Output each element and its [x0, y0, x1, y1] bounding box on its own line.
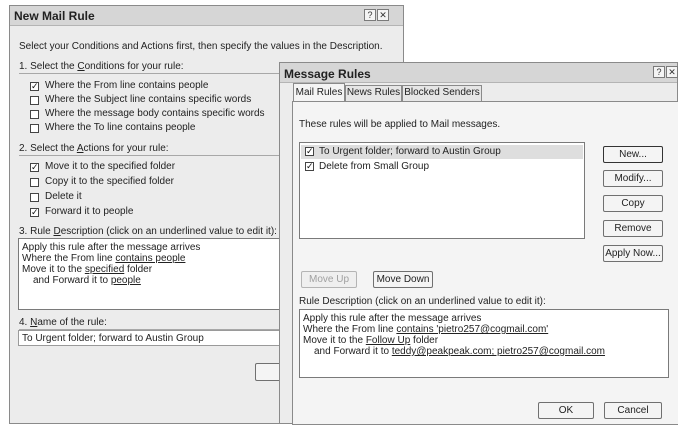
help-icon[interactable]: ?: [364, 9, 376, 21]
tab-mail-rules[interactable]: Mail Rules: [293, 83, 345, 102]
tab-blocked-senders[interactable]: Blocked Senders: [402, 85, 482, 101]
move-down-button[interactable]: Move Down: [373, 271, 433, 288]
action-label: Copy it to the specified folder: [45, 176, 174, 187]
action-label: Delete it: [45, 191, 82, 202]
rules-description-box: Apply this rule after the message arrive…: [299, 309, 669, 378]
desc-line: Where the From line contains people: [22, 253, 186, 264]
rule-label: To Urgent folder; forward to Austin Grou…: [319, 146, 501, 157]
message-rules-dialog: Message Rules ? ✕ Mail Rules News Rules …: [279, 62, 678, 425]
action-checkbox-delete[interactable]: [30, 193, 39, 202]
desc-line: Move it to the Follow Up folder: [303, 335, 439, 346]
contains-address-link[interactable]: contains 'pietro257@cogmail.com': [396, 324, 548, 335]
message-rules-titlebar: Message Rules ? ✕: [280, 63, 678, 83]
desc-line: Apply this rule after the message arrive…: [303, 313, 482, 324]
condition-checkbox-body[interactable]: [30, 110, 39, 119]
rule-label: Delete from Small Group: [319, 161, 430, 172]
condition-label: Where the message body contains specific…: [45, 108, 265, 119]
ok-button[interactable]: OK: [538, 402, 594, 419]
desc-line: and Forward it to teddy@peakpeak.com; pi…: [314, 346, 606, 357]
actions-heading: 2. Select the Actions for your rule:: [19, 143, 169, 154]
modify-rule-button[interactable]: Modify...: [603, 170, 663, 187]
people-link[interactable]: people: [111, 275, 141, 286]
rule-name-value: To Urgent folder; forward to Austin Grou…: [22, 333, 204, 344]
condition-checkbox-to[interactable]: [30, 124, 39, 133]
conditions-heading: 1. Select the Conditions for your rule:: [19, 61, 184, 72]
move-up-button[interactable]: Move Up: [301, 271, 357, 288]
help-icon[interactable]: ?: [653, 66, 665, 78]
action-checkbox-forward[interactable]: ✓: [30, 208, 39, 217]
action-checkbox-copy[interactable]: [30, 178, 39, 187]
rule-row-selected[interactable]: ✓ To Urgent folder; forward to Austin Gr…: [301, 145, 583, 159]
rule-checkbox[interactable]: ✓: [305, 162, 314, 171]
condition-label: Where the Subject line contains specific…: [45, 94, 252, 105]
desc-line: and Forward it to people: [33, 275, 141, 286]
condition-checkbox-from[interactable]: ✓: [30, 82, 39, 91]
follow-up-folder-link[interactable]: Follow Up: [366, 335, 410, 346]
mail-rules-panel: These rules will be applied to Mail mess…: [292, 101, 678, 425]
cancel-button[interactable]: Cancel: [604, 402, 662, 419]
forward-recipients-link[interactable]: teddy@peakpeak.com; pietro257@cogmail.co…: [392, 346, 605, 357]
action-label: Move it to the specified folder: [45, 161, 176, 172]
tab-news-rules[interactable]: News Rules: [345, 85, 402, 101]
new-rule-button[interactable]: New...: [603, 146, 663, 163]
copy-rule-button[interactable]: Copy: [603, 195, 663, 212]
rule-row[interactable]: ✓ Delete from Small Group: [301, 160, 583, 174]
apply-now-button[interactable]: Apply Now...: [603, 245, 663, 262]
new-mail-rule-title: New Mail Rule: [14, 9, 95, 23]
specified-folder-link[interactable]: specified: [85, 264, 124, 275]
action-label: Forward it to people: [45, 206, 134, 217]
desc-line: Where the From line contains 'pietro257@…: [303, 324, 549, 335]
description-heading: 3. Rule Description (click on an underli…: [19, 226, 277, 237]
rule-checkbox[interactable]: ✓: [305, 147, 314, 156]
condition-label: Where the To line contains people: [45, 122, 196, 133]
rules-list: ✓ To Urgent folder; forward to Austin Gr…: [299, 142, 585, 239]
contains-people-link[interactable]: contains people: [115, 253, 185, 264]
close-icon[interactable]: ✕: [377, 9, 389, 21]
action-checkbox-move[interactable]: ✓: [30, 163, 39, 172]
rules-description-label: Rule Description (click on an underlined…: [299, 296, 546, 307]
condition-checkbox-subject[interactable]: [30, 96, 39, 105]
message-rules-title: Message Rules: [284, 67, 371, 81]
desc-line: Apply this rule after the message arrive…: [22, 242, 201, 253]
new-mail-rule-titlebar: New Mail Rule ? ✕: [10, 6, 403, 26]
remove-rule-button[interactable]: Remove: [603, 220, 663, 237]
rule-name-heading: 4. Name of the rule:: [19, 317, 107, 328]
condition-label: Where the From line contains people: [45, 80, 209, 91]
close-icon[interactable]: ✕: [666, 66, 678, 78]
rules-intro-text: These rules will be applied to Mail mess…: [299, 119, 501, 130]
instruction-text: Select your Conditions and Actions first…: [19, 41, 383, 52]
desc-line: Move it to the specified folder: [22, 264, 153, 275]
